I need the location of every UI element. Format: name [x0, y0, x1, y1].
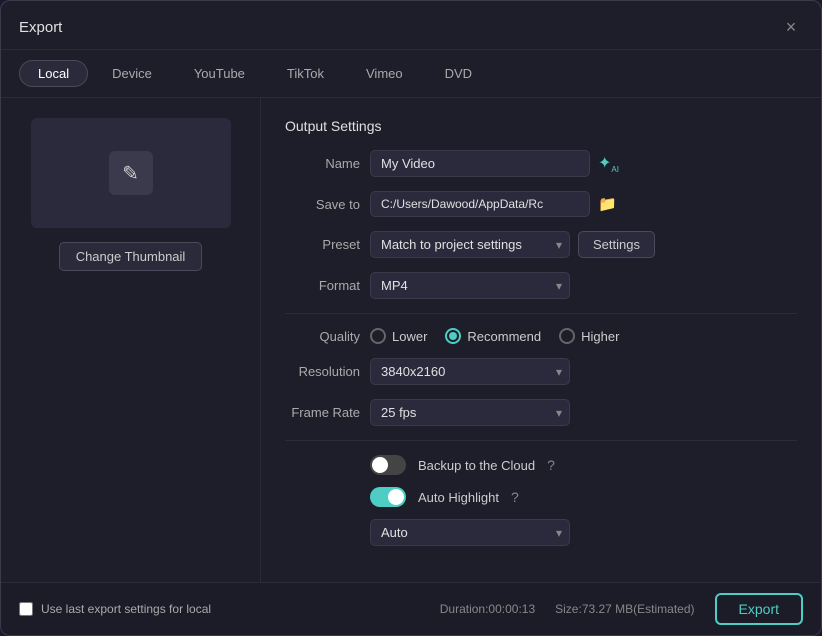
auto-highlight-toggle[interactable]	[370, 487, 406, 507]
preset-row: Preset Match to project settings Setting…	[285, 231, 797, 258]
tab-youtube[interactable]: YouTube	[176, 61, 263, 86]
tab-dvd[interactable]: DVD	[427, 61, 490, 86]
tab-device[interactable]: Device	[94, 61, 170, 86]
tab-tiktok[interactable]: TikTok	[269, 61, 342, 86]
format-select-wrapper: MP4	[370, 272, 570, 299]
frame-rate-row: Frame Rate 25 fps	[285, 399, 797, 426]
close-button[interactable]: ×	[779, 15, 803, 39]
radio-lower[interactable]	[370, 328, 386, 344]
quality-lower-label: Lower	[392, 329, 427, 344]
change-thumbnail-button[interactable]: Change Thumbnail	[59, 242, 203, 271]
auto-select-wrapper: Auto	[370, 519, 570, 546]
auto-highlight-row: Auto Highlight ?	[285, 487, 797, 507]
quality-row: Quality Lower Recommend Higher	[285, 328, 797, 344]
thumbnail-preview: ✎	[31, 118, 231, 228]
checkbox-row: Use last export settings for local	[19, 602, 211, 616]
save-to-label: Save to	[285, 197, 360, 212]
export-button[interactable]: Export	[715, 593, 803, 625]
main-content: ✎ Change Thumbnail Output Settings Name …	[1, 98, 821, 582]
quality-recommend[interactable]: Recommend	[445, 328, 541, 344]
last-settings-label: Use last export settings for local	[41, 602, 211, 616]
format-select[interactable]: MP4	[370, 272, 570, 299]
section-title: Output Settings	[285, 118, 797, 134]
quality-recommend-label: Recommend	[467, 329, 541, 344]
resolution-select-wrapper: 3840x2160	[370, 358, 570, 385]
right-panel: Output Settings Name ✦AI Save to 📁 Pre	[261, 98, 821, 582]
resolution-row: Resolution 3840x2160	[285, 358, 797, 385]
divider-2	[285, 440, 797, 441]
backup-help-icon[interactable]: ?	[547, 457, 555, 473]
auto-dropdown-wrapper: Auto	[285, 519, 797, 546]
radio-higher[interactable]	[559, 328, 575, 344]
thumbnail-icon: ✎	[109, 151, 153, 195]
frame-rate-select-wrapper: 25 fps	[370, 399, 570, 426]
left-panel: ✎ Change Thumbnail	[1, 98, 261, 582]
preset-select-wrapper: Match to project settings	[370, 231, 570, 258]
duration-text: Duration:00:00:13	[440, 602, 535, 616]
format-label: Format	[285, 278, 360, 293]
tab-local[interactable]: Local	[19, 60, 88, 87]
ai-icon[interactable]: ✦AI	[598, 153, 619, 174]
frame-rate-select[interactable]: 25 fps	[370, 399, 570, 426]
quality-options: Lower Recommend Higher	[370, 328, 619, 344]
size-text: Size:73.27 MB(Estimated)	[555, 602, 694, 616]
backup-row: Backup to the Cloud ?	[285, 455, 797, 475]
quality-higher[interactable]: Higher	[559, 328, 619, 344]
dialog-title: Export	[19, 19, 62, 36]
auto-highlight-help-icon[interactable]: ?	[511, 489, 519, 505]
resolution-label: Resolution	[285, 364, 360, 379]
auto-highlight-label: Auto Highlight	[418, 490, 499, 505]
folder-icon[interactable]: 📁	[598, 195, 617, 213]
divider	[285, 313, 797, 314]
preset-label: Preset	[285, 237, 360, 252]
backup-label: Backup to the Cloud	[418, 458, 535, 473]
settings-button[interactable]: Settings	[578, 231, 655, 258]
name-row: Name ✦AI	[285, 150, 797, 177]
save-to-row: Save to 📁	[285, 191, 797, 217]
quality-lower[interactable]: Lower	[370, 328, 427, 344]
backup-toggle[interactable]	[370, 455, 406, 475]
radio-recommend[interactable]	[445, 328, 461, 344]
bottom-bar: Use last export settings for local Durat…	[1, 582, 821, 635]
preset-select[interactable]: Match to project settings	[370, 231, 570, 258]
name-label: Name	[285, 156, 360, 171]
save-to-input[interactable]	[370, 191, 590, 217]
last-settings-checkbox[interactable]	[19, 602, 33, 616]
export-dialog: Export × Local Device YouTube TikTok Vim…	[0, 0, 822, 636]
quality-label: Quality	[285, 329, 360, 344]
name-input[interactable]	[370, 150, 590, 177]
frame-rate-label: Frame Rate	[285, 405, 360, 420]
title-bar: Export ×	[1, 1, 821, 50]
format-row: Format MP4	[285, 272, 797, 299]
tab-vimeo[interactable]: Vimeo	[348, 61, 421, 86]
bottom-info: Duration:00:00:13 Size:73.27 MB(Estimate…	[440, 593, 803, 625]
tabs-container: Local Device YouTube TikTok Vimeo DVD	[1, 50, 821, 98]
auto-select[interactable]: Auto	[370, 519, 570, 546]
resolution-select[interactable]: 3840x2160	[370, 358, 570, 385]
quality-higher-label: Higher	[581, 329, 619, 344]
